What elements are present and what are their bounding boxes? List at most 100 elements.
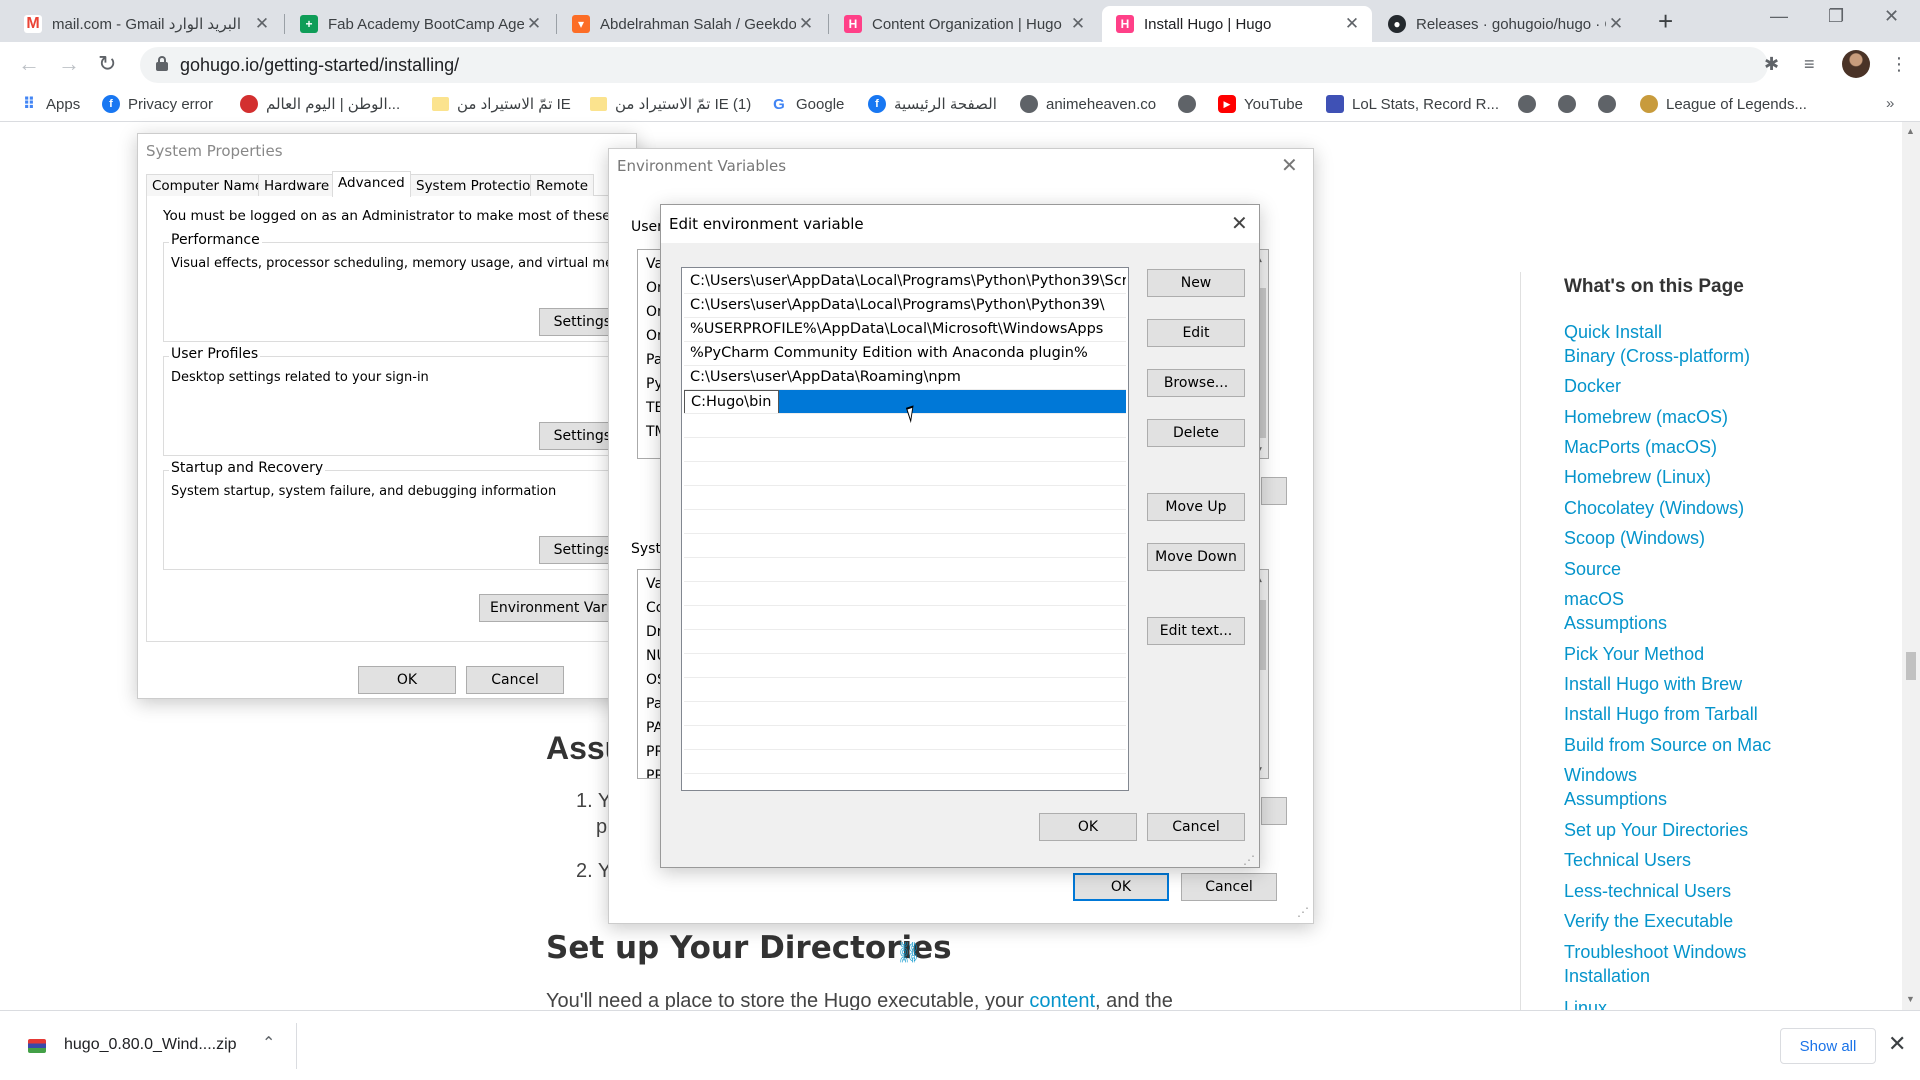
toc-item[interactable]: Linux: [1564, 996, 1607, 1010]
edit-button[interactable]: Edit: [1147, 319, 1245, 347]
bookmark-globe[interactable]: [1598, 95, 1624, 113]
bookmark-globe[interactable]: [1558, 95, 1584, 113]
move-down-button[interactable]: Move Down: [1147, 543, 1245, 571]
restore-icon[interactable]: ❐: [1828, 6, 1844, 27]
toc-item[interactable]: Installation: [1564, 964, 1650, 988]
resize-grip-icon[interactable]: ⋰: [1297, 905, 1309, 919]
scroll-down-icon[interactable]: ▼: [1906, 994, 1915, 1004]
bookmark-league[interactable]: League of Legends...: [1640, 95, 1807, 113]
chevron-up-icon[interactable]: ⌃: [262, 1033, 275, 1053]
close-icon[interactable]: ✕: [1281, 153, 1298, 177]
url-text[interactable]: gohugo.io/getting-started/installing/: [180, 55, 459, 76]
tab-remote[interactable]: Remote: [530, 174, 595, 196]
path-entry[interactable]: %USERPROFILE%\AppData\Local\Microsoft\Wi…: [684, 318, 1126, 342]
toc-item[interactable]: Verify the Executable: [1564, 909, 1733, 933]
bookmark-google[interactable]: G Google: [770, 95, 844, 113]
toc-item[interactable]: macOS: [1564, 587, 1624, 611]
cancel-button[interactable]: Cancel: [466, 666, 564, 694]
close-tab-icon[interactable]: ✕: [252, 14, 272, 34]
path-entry[interactable]: C:\Users\user\AppData\Local\Programs\Pyt…: [684, 270, 1126, 294]
toc-item[interactable]: Less-technical Users: [1564, 879, 1731, 903]
system-new-button-edge[interactable]: [1261, 797, 1287, 825]
more-bookmarks-icon[interactable]: »: [1886, 95, 1894, 112]
close-tab-icon[interactable]: ✕: [1068, 14, 1088, 34]
bookmark-apps[interactable]: ⠿ Apps: [20, 95, 80, 114]
tab-system-protection[interactable]: System Protection: [410, 174, 545, 196]
toc-item[interactable]: Build from Source on Mac: [1564, 733, 1771, 757]
anchor-link-icon[interactable]: ⛓: [896, 940, 921, 965]
close-tab-icon[interactable]: ✕: [524, 14, 544, 34]
ok-button[interactable]: OK: [358, 666, 456, 694]
cancel-button[interactable]: Cancel: [1147, 813, 1245, 841]
show-all-button[interactable]: Show all: [1780, 1028, 1876, 1064]
path-entry-selected[interactable]: C:Hugo\bin: [684, 390, 1126, 414]
toc-item[interactable]: Source: [1564, 557, 1621, 581]
extensions-icon[interactable]: ✱: [1764, 54, 1779, 75]
download-filename[interactable]: hugo_0.80.0_Wind....zip: [64, 1036, 237, 1054]
toc-item[interactable]: Install Hugo from Tarball: [1564, 702, 1758, 726]
bookmark-globe[interactable]: [1178, 95, 1204, 113]
toc-item[interactable]: Docker: [1564, 374, 1621, 398]
window-close-icon[interactable]: ✕: [1884, 6, 1899, 27]
tab-advanced[interactable]: Advanced: [332, 171, 411, 197]
lock-icon[interactable]: [156, 56, 168, 71]
tab-install-hugo[interactable]: H Install Hugo | Hugo ✕: [1102, 6, 1372, 42]
toc-item[interactable]: Homebrew (macOS): [1564, 405, 1728, 429]
reload-icon[interactable]: ↻: [98, 51, 116, 77]
path-entry[interactable]: C:\Users\user\AppData\Roaming\npm: [684, 366, 1126, 390]
toc-item[interactable]: Technical Users: [1564, 848, 1691, 872]
toc-item[interactable]: Windows: [1564, 763, 1637, 787]
bookmark-facebook-home[interactable]: f الصفحة الرئيسية: [868, 95, 997, 113]
close-icon[interactable]: ✕: [1231, 211, 1248, 235]
delete-button[interactable]: Delete: [1147, 419, 1245, 447]
bookmark-animeheaven[interactable]: animeheaven.co: [1020, 95, 1156, 113]
new-button[interactable]: New: [1147, 269, 1245, 297]
browse-button[interactable]: Browse...: [1147, 369, 1245, 397]
close-tab-icon[interactable]: ✕: [1606, 14, 1626, 34]
tab-hardware[interactable]: Hardware: [258, 174, 336, 196]
forward-icon[interactable]: →: [58, 51, 80, 77]
ok-button[interactable]: OK: [1039, 813, 1137, 841]
close-tab-icon[interactable]: ✕: [796, 14, 816, 34]
path-entry[interactable]: C:\Users\user\AppData\Local\Programs\Pyt…: [684, 294, 1126, 318]
bookmark-folder-ie-1[interactable]: تمّ الاستيراد من IE (1): [590, 95, 751, 113]
content-link[interactable]: content: [1029, 990, 1095, 1010]
menu-kebab-icon[interactable]: ⋮: [1890, 54, 1908, 75]
close-tab-icon[interactable]: ✕: [1342, 14, 1362, 34]
bookmark-lol-stats[interactable]: LoL Stats, Record R...: [1326, 95, 1499, 113]
bookmark-globe[interactable]: [1518, 95, 1544, 113]
minimize-icon[interactable]: —: [1770, 6, 1788, 27]
path-entry[interactable]: %PyCharm Community Edition with Anaconda…: [684, 342, 1126, 366]
bookmark-alwatan[interactable]: الوطن | اليوم العالم...: [240, 95, 400, 113]
move-up-button[interactable]: Move Up: [1147, 493, 1245, 521]
cancel-button[interactable]: Cancel: [1181, 873, 1277, 901]
tab-gmail[interactable]: M mail.com - Gmail البريد الوارد ✕: [10, 6, 282, 42]
toc-item[interactable]: Assumptions: [1564, 787, 1667, 811]
scroll-thumb[interactable]: [1906, 652, 1916, 680]
profile-avatar[interactable]: [1842, 50, 1870, 78]
toc-item[interactable]: Chocolatey (Windows): [1564, 496, 1744, 520]
toc-item[interactable]: Set up Your Directories: [1564, 818, 1748, 842]
tab-gitlab[interactable]: ▾ Abdelrahman Salah / Geekdocs ✕: [558, 6, 826, 42]
tab-fab-academy[interactable]: + Fab Academy BootCamp Agenda ✕: [286, 6, 554, 42]
ok-button[interactable]: OK: [1073, 873, 1169, 901]
new-tab-icon[interactable]: +: [1658, 8, 1673, 34]
address-bar[interactable]: gohugo.io/getting-started/installing/ ☆: [140, 47, 1872, 83]
tab-github-releases[interactable]: ● Releases · gohugoio/hugo · GitHub ✕: [1374, 6, 1636, 42]
resize-grip-icon[interactable]: ⋰: [1243, 853, 1255, 867]
scroll-up-icon[interactable]: ▲: [1906, 126, 1915, 136]
back-icon[interactable]: ←: [18, 51, 40, 77]
path-entry-edit-field[interactable]: C:Hugo\bin: [684, 390, 779, 413]
toc-item[interactable]: Scoop (Windows): [1564, 526, 1705, 550]
toc-item[interactable]: Binary (Cross-platform): [1564, 344, 1750, 368]
toc-item[interactable]: Install Hugo with Brew: [1564, 672, 1742, 696]
toc-item[interactable]: Pick Your Method: [1564, 642, 1704, 666]
bookmark-folder-ie[interactable]: تمّ الاستيراد من IE: [432, 95, 571, 113]
bookmark-privacy-error[interactable]: f Privacy error: [102, 95, 213, 113]
page-scrollbar[interactable]: ▲ ▼: [1902, 122, 1920, 1010]
toc-item[interactable]: MacPorts (macOS): [1564, 435, 1717, 459]
path-entries-list[interactable]: C:\Users\user\AppData\Local\Programs\Pyt…: [681, 267, 1129, 791]
tab-computer-name[interactable]: Computer Name: [146, 174, 270, 196]
bookmark-youtube[interactable]: ▶ YouTube: [1218, 95, 1303, 113]
toc-item[interactable]: Homebrew (Linux): [1564, 465, 1711, 489]
